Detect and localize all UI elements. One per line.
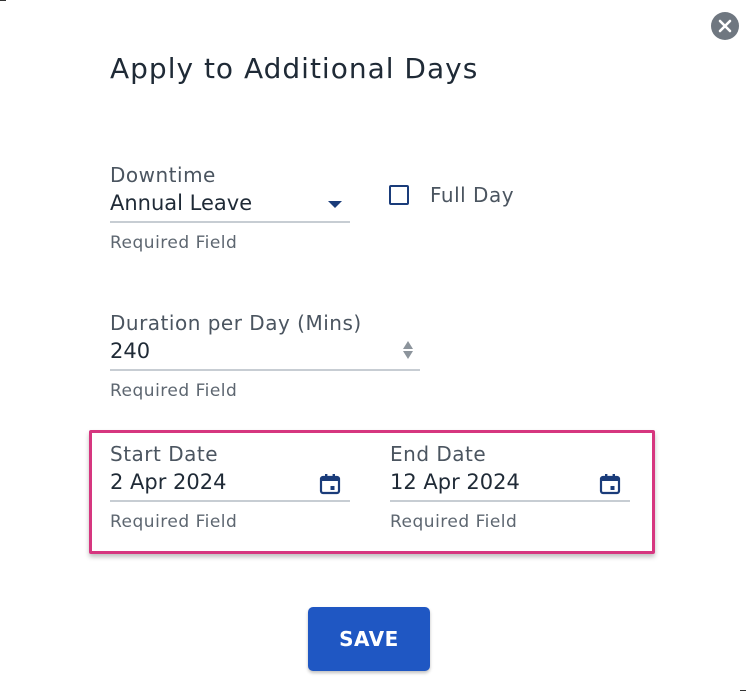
chevron-down-icon[interactable] [328,201,342,208]
start-date-value: 2 Apr 2024 [110,470,227,494]
end-date-input[interactable]: 12 Apr 2024 [390,466,630,502]
save-button[interactable]: SAVE [308,607,430,671]
downtime-helper-text: Required Field [110,233,238,253]
calendar-icon[interactable] [598,472,622,496]
close-icon [718,19,732,33]
close-button[interactable] [711,12,739,40]
end-date-field: End Date 12 Apr 2024 Required Field [390,442,630,532]
downtime-field: Downtime Annual Leave Required Field [110,163,350,253]
checkbox-icon[interactable] [389,185,409,205]
stepper-up-icon[interactable] [403,341,413,349]
downtime-value: Annual Leave [110,191,253,215]
duration-field: Duration per Day (Mins) 240 Required Fie… [110,311,420,401]
duration-value: 240 [110,339,151,363]
duration-input[interactable]: 240 [110,335,420,371]
duration-helper-text: Required Field [110,381,238,401]
start-date-label: Start Date [110,442,219,466]
full-day-label: Full Day [430,183,515,207]
end-date-helper-text: Required Field [390,512,518,532]
start-date-input[interactable]: 2 Apr 2024 [110,466,350,502]
dialog-title: Apply to Additional Days [110,52,479,85]
calendar-icon[interactable] [318,472,342,496]
duration-label: Duration per Day (Mins) [110,311,362,335]
end-date-value: 12 Apr 2024 [390,470,520,494]
number-stepper[interactable] [402,339,414,365]
downtime-label: Downtime [110,163,216,187]
end-date-label: End Date [390,442,487,466]
corner-mark-bottom-right [740,687,746,691]
full-day-checkbox[interactable]: Full Day [389,183,514,207]
start-date-field: Start Date 2 Apr 2024 Required Field [110,442,350,532]
downtime-select[interactable]: Annual Leave [110,187,350,223]
corner-mark-top-left [0,0,6,4]
stepper-down-icon[interactable] [403,351,413,359]
start-date-helper-text: Required Field [110,512,238,532]
